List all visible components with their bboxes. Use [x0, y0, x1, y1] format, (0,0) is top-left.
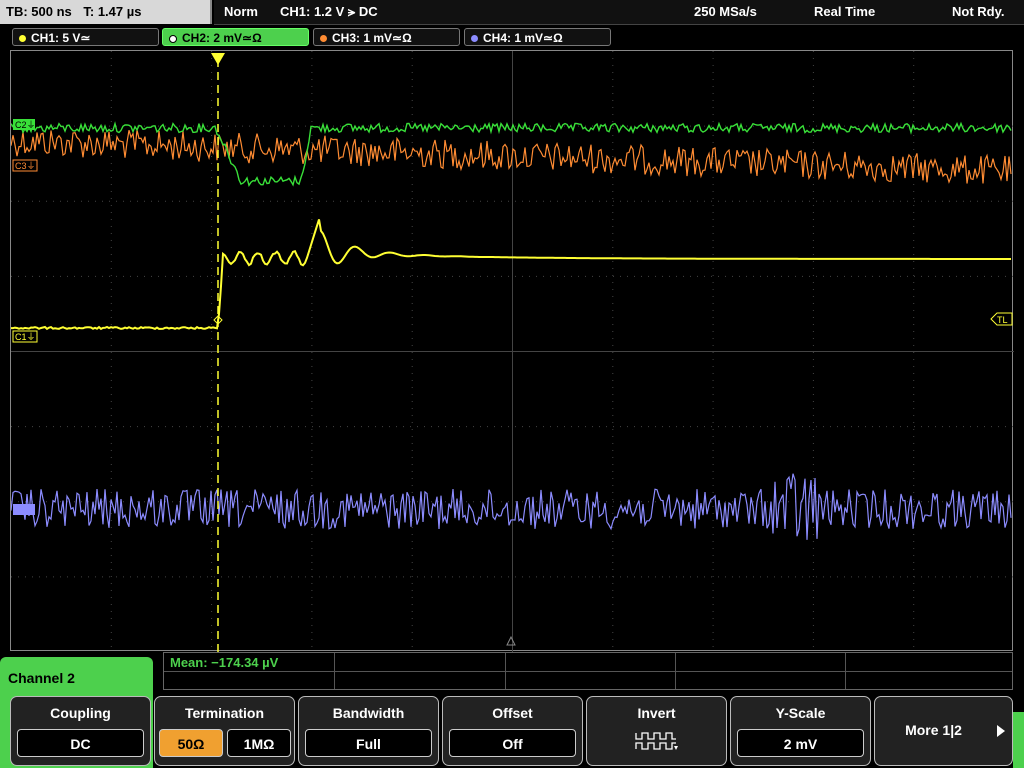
trigger-marker-icon[interactable]: [211, 53, 225, 65]
more-label: More 1|2: [905, 722, 962, 738]
ch1-waveform: [11, 219, 1011, 331]
svg-text:C2⏚: C2⏚: [15, 120, 36, 130]
tab-ch4[interactable]: CH4: 1 mV≃Ω: [464, 28, 611, 46]
yscale-softkey[interactable]: Y-Scale 2 mV: [730, 696, 871, 766]
ch4-marker[interactable]: [13, 504, 35, 515]
acquisition-mode: Real Time: [814, 4, 876, 19]
tab-ch2[interactable]: CH2: 2 mV≃Ω: [162, 28, 309, 46]
ch2-marker[interactable]: C2⏚: [13, 119, 36, 130]
timebase-box[interactable]: TB: 500 ns T: 1.47 µs: [0, 0, 212, 24]
ch1-marker[interactable]: C1⏚: [12, 330, 38, 343]
offset-value[interactable]: Off: [449, 729, 576, 757]
trigger-mode[interactable]: Norm: [224, 0, 258, 24]
svg-text:C1⏚: C1⏚: [15, 332, 36, 342]
measurement-mean: Mean: −174.34 µV: [170, 655, 279, 670]
invert-softkey[interactable]: Invert: [586, 696, 727, 766]
offset-label: Offset: [492, 705, 533, 721]
ch3-marker[interactable]: C3⏚: [12, 159, 38, 172]
coupling-softkey[interactable]: Coupling DC: [10, 696, 151, 766]
svg-text:TL: TL: [997, 315, 1008, 325]
waveform-display[interactable]: C2⏚ C3⏚ C1⏚ TL: [10, 50, 1014, 652]
ch1-dot-icon: [19, 35, 26, 43]
ch2-waveform: [11, 121, 1012, 187]
svg-text:C3⏚: C3⏚: [15, 161, 36, 171]
bandwidth-value[interactable]: Full: [305, 729, 432, 757]
ch1-label: CH1: 5 V≃: [31, 31, 91, 45]
termination-label: Termination: [184, 705, 265, 721]
channel-menu-title: Channel 2: [8, 670, 75, 686]
trigger-setting[interactable]: CH1: 1.2 V ⪫ DC: [280, 0, 378, 24]
ch3-waveform: [11, 129, 1012, 184]
tab-ch1[interactable]: CH1: 5 V≃: [12, 28, 159, 46]
coupling-value[interactable]: DC: [17, 729, 144, 757]
ch3-label: CH3: 1 mV≃Ω: [332, 31, 412, 45]
measurement-box: Mean: −174.34 µV: [163, 652, 1013, 690]
trigger-level-marker[interactable]: TL: [990, 312, 1013, 326]
center-marker-icon: [506, 635, 516, 646]
trigger-position: T: 1.47 µs: [83, 4, 142, 19]
run-status: Not Rdy.: [952, 4, 1005, 19]
ch3-dot-icon: [320, 35, 327, 43]
invert-waveform-icon: [635, 732, 678, 750]
more-softkey[interactable]: More 1|2: [874, 696, 1013, 766]
ch2-label: CH2: 2 mV≃Ω: [182, 31, 262, 45]
panel-edge-indicator: [1013, 712, 1024, 768]
ch4-waveform: [11, 473, 1012, 540]
invert-label: Invert: [637, 705, 676, 721]
channel-tabs: CH1: 5 V≃ CH2: 2 mV≃Ω CH3: 1 mV≃Ω CH4: 1…: [0, 26, 1024, 48]
tab-ch3[interactable]: CH3: 1 mV≃Ω: [313, 28, 460, 46]
ch2-dot-icon: [169, 34, 177, 43]
waveform-svg: C2⏚ C3⏚ C1⏚ TL: [11, 51, 1014, 652]
coupling-label: Coupling: [50, 705, 111, 721]
termination-softkey[interactable]: Termination 50Ω 1MΩ: [154, 696, 295, 766]
timebase-value: TB: 500 ns: [6, 4, 72, 19]
graticule: [11, 51, 1014, 652]
termination-50ohm-option[interactable]: 50Ω: [159, 729, 223, 757]
top-status-bar: TB: 500 ns T: 1.47 µs Norm CH1: 1.2 V ⪫ …: [0, 0, 1024, 25]
yscale-value[interactable]: 2 mV: [737, 729, 864, 757]
offset-softkey[interactable]: Offset Off: [442, 696, 583, 766]
ch4-label: CH4: 1 mV≃Ω: [483, 31, 563, 45]
ch4-dot-icon: [471, 35, 478, 43]
termination-1mohm-option[interactable]: 1MΩ: [227, 729, 291, 757]
yscale-label: Y-Scale: [775, 705, 826, 721]
sample-rate: 250 MSa/s: [694, 4, 757, 19]
acquisition-status: Norm CH1: 1.2 V ⪫ DC 250 MSa/s Real Time…: [214, 0, 1024, 25]
bandwidth-label: Bandwidth: [332, 705, 405, 721]
chevron-right-icon: [997, 725, 1005, 737]
bandwidth-softkey[interactable]: Bandwidth Full: [298, 696, 439, 766]
